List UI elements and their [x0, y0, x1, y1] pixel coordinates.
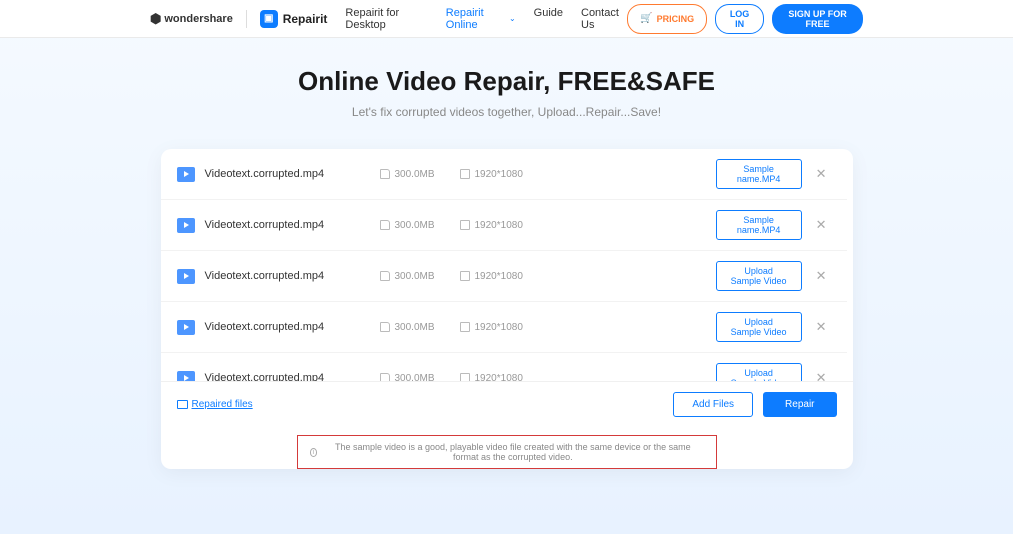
sample-video-button[interactable]: Upload Sample Video — [716, 261, 802, 291]
hero: Online Video Repair, FREE&SAFE Let's fix… — [0, 38, 1013, 137]
video-file-icon — [177, 320, 195, 335]
remove-file-button[interactable]: ✕ — [812, 164, 831, 184]
pricing-label: PRICING — [657, 14, 695, 24]
file-resolution: 1920*1080 — [460, 322, 540, 333]
remove-file-button[interactable]: ✕ — [812, 368, 831, 381]
file-name: Videotext.corrupted.mp4 — [205, 219, 380, 231]
file-resolution: 1920*1080 — [460, 271, 540, 282]
repaired-files-link[interactable]: Repaired files — [177, 399, 253, 410]
file-resolution: 1920*1080 — [460, 169, 540, 180]
chevron-down-icon: ⌄ — [509, 14, 516, 23]
repairit-label: Repairit — [283, 12, 328, 26]
video-file-icon — [177, 269, 195, 284]
file-row: Videotext.corrupted.mp4300.0MB1920*1080 U… — [161, 251, 847, 302]
repairit-logo[interactable]: ▣ Repairit — [260, 10, 328, 28]
file-size: 300.0MB — [380, 322, 460, 333]
repaired-files-label: Repaired files — [192, 399, 253, 410]
file-name: Videotext.corrupted.mp4 — [205, 168, 380, 180]
sample-video-button[interactable]: Upload Sample Video — [716, 312, 802, 342]
resolution-icon — [460, 169, 470, 179]
add-files-button[interactable]: Add Files — [673, 392, 753, 417]
nav-guide[interactable]: Guide — [534, 7, 563, 31]
resolution-icon — [460, 322, 470, 332]
file-name: Videotext.corrupted.mp4 — [205, 372, 380, 381]
file-size: 300.0MB — [380, 169, 460, 180]
file-size: 300.0MB — [380, 373, 460, 382]
file-size: 300.0MB — [380, 220, 460, 231]
page-subtitle: Let's fix corrupted videos together, Upl… — [0, 105, 1013, 119]
page-icon — [380, 271, 390, 281]
file-panel: Videotext.corrupted.mp4300.0MB1920*1080S… — [161, 149, 853, 469]
file-row: Videotext.corrupted.mp4300.0MB1920*1080 U… — [161, 302, 847, 353]
divider — [246, 10, 247, 28]
resolution-icon — [460, 220, 470, 230]
footer-actions: Add Files Repair — [673, 392, 836, 417]
nav-online[interactable]: Repairit Online ⌄ — [446, 7, 516, 31]
info-icon: i — [310, 448, 318, 457]
resolution-icon — [460, 373, 470, 381]
login-button[interactable]: LOG IN — [715, 4, 764, 34]
resolution-icon — [460, 271, 470, 281]
page-title: Online Video Repair, FREE&SAFE — [0, 66, 1013, 97]
file-row: Videotext.corrupted.mp4300.0MB1920*1080 U… — [161, 353, 847, 381]
wondershare-label: wondershare — [164, 13, 232, 25]
file-row: Videotext.corrupted.mp4300.0MB1920*1080 S… — [161, 200, 847, 251]
video-file-icon — [177, 371, 195, 382]
file-list[interactable]: Videotext.corrupted.mp4300.0MB1920*1080S… — [161, 149, 853, 381]
sample-video-button[interactable]: Upload Sample Video — [716, 363, 802, 381]
wondershare-logo[interactable]: ⬢ wondershare — [150, 12, 233, 25]
file-row: Videotext.corrupted.mp4300.0MB1920*1080 S… — [161, 149, 847, 200]
file-resolution: 1920*1080 — [460, 220, 540, 231]
video-file-icon — [177, 167, 195, 182]
cart-icon: 🛒 — [640, 13, 652, 24]
folder-icon — [177, 400, 188, 409]
file-size: 300.0MB — [380, 271, 460, 282]
nav-desktop[interactable]: Repairit for Desktop — [345, 7, 427, 31]
nav-online-label: Repairit Online — [446, 7, 506, 31]
pricing-button[interactable]: 🛒 PRICING — [627, 4, 707, 34]
page-icon — [380, 220, 390, 230]
note-text: The sample video is a good, playable vid… — [322, 442, 703, 462]
page-icon — [380, 322, 390, 332]
sample-video-button[interactable]: Sample name.MP4 — [716, 210, 802, 240]
top-header: ⬢ wondershare ▣ Repairit Repairit for De… — [0, 0, 1013, 38]
sample-note: i The sample video is a good, playable v… — [297, 435, 717, 469]
file-name: Videotext.corrupted.mp4 — [205, 270, 380, 282]
repairit-icon: ▣ — [260, 10, 278, 28]
remove-file-button[interactable]: ✕ — [812, 317, 831, 337]
page-icon — [380, 169, 390, 179]
signup-button[interactable]: SIGN UP FOR FREE — [772, 4, 863, 34]
nav-contact[interactable]: Contact Us — [581, 7, 627, 31]
header-actions: 🛒 PRICING LOG IN SIGN UP FOR FREE — [627, 4, 863, 34]
file-name: Videotext.corrupted.mp4 — [205, 321, 380, 333]
file-resolution: 1920*1080 — [460, 373, 540, 382]
nav-menu: Repairit for Desktop Repairit Online ⌄ G… — [345, 7, 627, 31]
repair-button[interactable]: Repair — [763, 392, 836, 417]
wondershare-icon: ⬢ — [150, 12, 161, 25]
page-icon — [380, 373, 390, 381]
remove-file-button[interactable]: ✕ — [812, 215, 831, 235]
remove-file-button[interactable]: ✕ — [812, 266, 831, 286]
panel-footer: Repaired files Add Files Repair — [161, 381, 853, 427]
sample-video-button[interactable]: Sample name.MP4 — [716, 159, 802, 189]
video-file-icon — [177, 218, 195, 233]
